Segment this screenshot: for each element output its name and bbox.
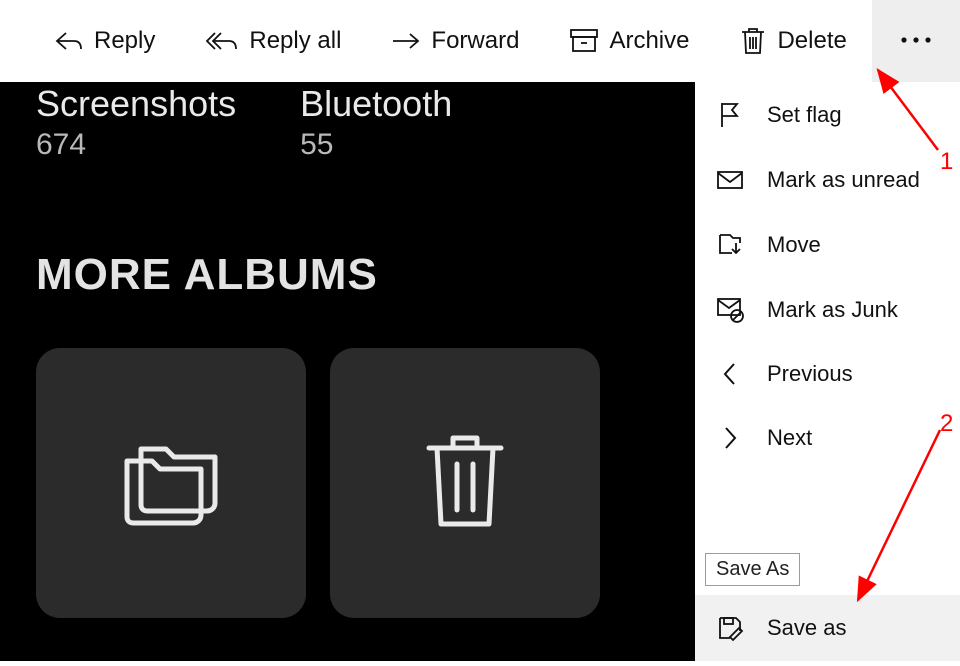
flag-icon [715,101,745,129]
delete-button[interactable]: Delete [725,16,860,66]
album-title: Screenshots [36,86,236,122]
album-title: Bluetooth [300,86,452,122]
reply-all-icon [205,30,239,52]
menu-mark-junk[interactable]: Mark as Junk [695,278,960,342]
reply-all-button[interactable]: Reply all [191,17,355,65]
reply-all-label: Reply all [249,27,341,55]
album-count: 674 [36,128,236,162]
forward-button[interactable]: Forward [377,17,533,65]
trash-icon [739,26,767,56]
reply-label: Reply [94,27,155,55]
trash-icon [415,426,515,541]
delete-label: Delete [777,27,846,55]
archive-button[interactable]: Archive [555,17,703,65]
more-actions-button[interactable] [872,0,960,82]
menu-label: Mark as Junk [767,297,898,323]
archive-label: Archive [609,27,689,55]
menu-label: Mark as unread [767,167,920,193]
more-actions-menu: Set flag Mark as unread Move [695,82,960,661]
mail-icon [715,169,745,191]
mail-toolbar: Reply Reply all Forward Ar [0,0,960,82]
archive-icon [569,28,599,54]
save-as-icon [715,614,745,642]
menu-previous[interactable]: Previous [695,342,960,406]
more-albums-heading: MORE ALBUMS [36,250,378,300]
menu-label: Set flag [767,102,842,128]
forward-label: Forward [431,27,519,55]
folders-icon [111,431,231,536]
album-count: 55 [300,128,452,162]
save-as-tooltip: Save As [705,553,800,586]
chevron-right-icon [715,425,745,451]
menu-label: Save as [767,615,847,641]
menu-next[interactable]: Next [695,406,960,470]
album-bluetooth[interactable]: Bluetooth 55 [300,86,452,162]
menu-move[interactable]: Move [695,212,960,278]
move-icon [715,231,745,259]
menu-mark-unread[interactable]: Mark as unread [695,148,960,212]
reply-button[interactable]: Reply [40,17,169,65]
junk-icon [715,297,745,323]
menu-label: Move [767,232,821,258]
album-screenshots[interactable]: Screenshots 674 [36,86,236,162]
ellipsis-icon [896,32,936,50]
menu-label: Previous [767,361,853,387]
album-tile-folders[interactable] [36,348,306,618]
forward-icon [391,31,421,51]
menu-save-as[interactable]: Save as [695,595,960,661]
menu-set-flag[interactable]: Set flag [695,82,960,148]
menu-label: Next [767,425,812,451]
chevron-left-icon [715,361,745,387]
album-tile-trash[interactable] [330,348,600,618]
reply-icon [54,30,84,52]
